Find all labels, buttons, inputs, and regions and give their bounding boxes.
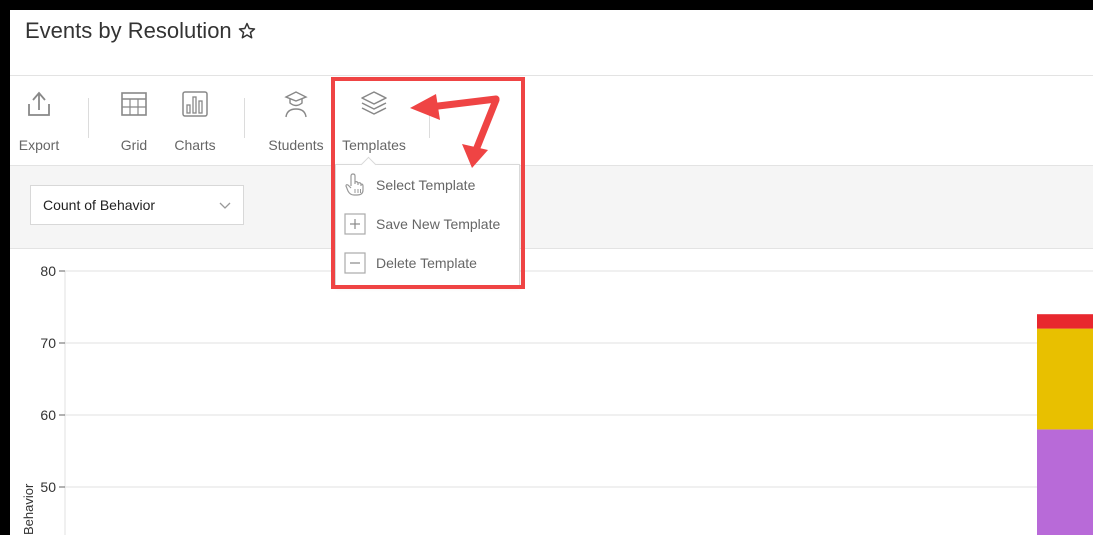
select-template-item[interactable]: Select Template — [336, 166, 519, 204]
page-title: Events by Resolution — [25, 18, 232, 43]
hand-pointer-icon — [345, 173, 364, 196]
delete-template-item[interactable]: Delete Template — [336, 244, 519, 282]
export-icon — [28, 91, 50, 116]
save-new-template-item[interactable]: Save New Template — [336, 205, 519, 243]
layers-icon — [361, 91, 387, 115]
toolbar-divider — [429, 98, 430, 138]
chart-y-ticks: 50 60 70 80 — [40, 263, 65, 495]
export-label: Export — [18, 137, 60, 153]
students-button[interactable]: Students — [266, 76, 326, 165]
save-new-template-label: Save New Template — [376, 216, 501, 232]
app-frame: 50 60 70 80 Behavior Events by Resolution E… — [10, 10, 1093, 535]
charts-button[interactable]: Charts — [170, 76, 220, 165]
delete-template-label: Delete Template — [376, 255, 477, 271]
grid-label: Grid — [120, 137, 148, 153]
graduate-icon — [284, 91, 308, 118]
grid-button[interactable]: Grid — [114, 76, 154, 165]
filter-bar: Count of Behavior — [10, 166, 1093, 249]
y-tick-label: 60 — [40, 407, 56, 423]
select-template-label: Select Template — [376, 177, 476, 193]
y-tick-label: 50 — [40, 479, 56, 495]
title-bar: Events by Resolution — [10, 10, 1093, 76]
minus-box-icon — [344, 252, 366, 274]
grid-icon — [121, 92, 147, 116]
y-tick-label: 70 — [40, 335, 56, 351]
metric-select-value: Count of Behavior — [43, 197, 156, 213]
chart-gridlines — [64, 270, 1093, 535]
bar-segment-1[interactable] — [1037, 328, 1093, 430]
plus-box-icon — [344, 213, 366, 235]
students-label: Students — [268, 137, 324, 153]
toolbar-divider — [244, 98, 245, 138]
chevron-down-icon — [219, 202, 231, 209]
chart-y-axis-label: Behavior — [21, 483, 36, 535]
bar-segment-0[interactable] — [1037, 429, 1093, 535]
metric-select[interactable]: Count of Behavior — [30, 185, 244, 225]
charts-label: Charts — [174, 137, 216, 153]
toolbar: Export Grid Charts Students Templates — [10, 76, 1093, 166]
bar-segment-2[interactable] — [1037, 314, 1093, 329]
toolbar-divider — [88, 98, 89, 138]
templates-label: Templates — [342, 137, 406, 153]
templates-dropdown-menu: Select Template Save New Template Delete… — [335, 156, 520, 286]
templates-button[interactable]: Templates — [338, 76, 410, 165]
export-button[interactable]: Export — [14, 76, 64, 165]
star-icon[interactable] — [238, 22, 256, 40]
bar-chart-icon — [182, 91, 208, 117]
chart-bars — [1037, 314, 1093, 535]
y-tick-label: 80 — [40, 263, 56, 279]
